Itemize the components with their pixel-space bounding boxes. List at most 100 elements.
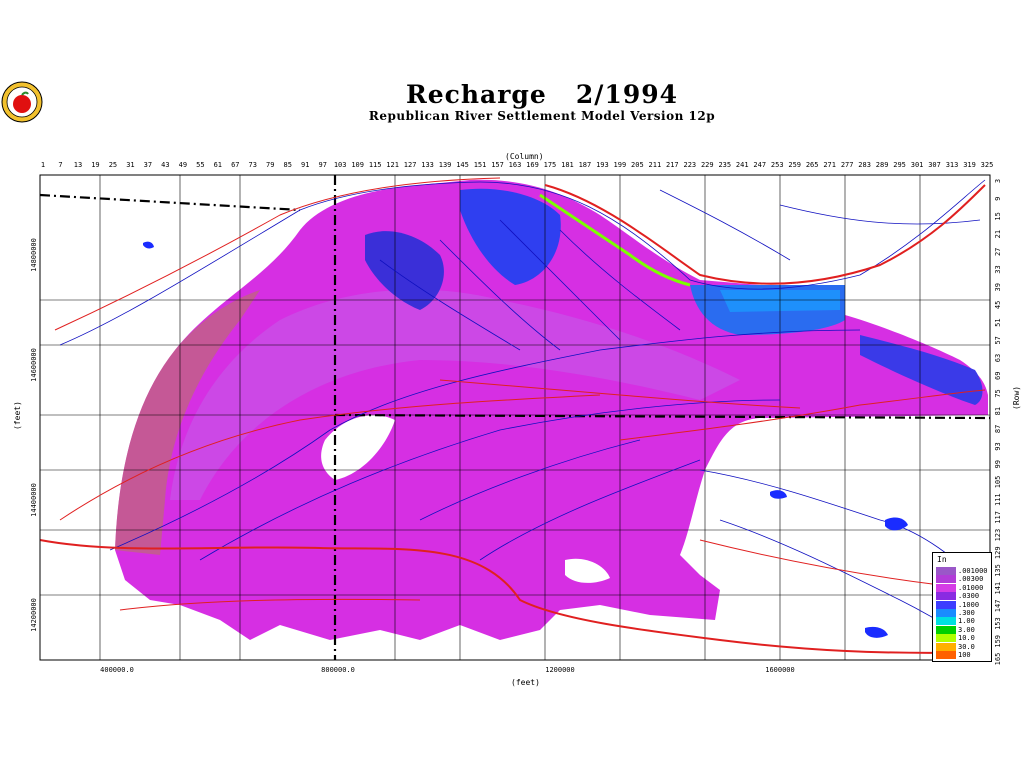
column-tick-label: 175 [544,161,557,169]
legend-swatch [936,592,956,601]
row-tick-label: 147 [994,600,1002,613]
column-tick-label: 205 [631,161,644,169]
column-tick-label: 43 [161,161,169,169]
column-tick-label: 115 [369,161,382,169]
row-axis-label: (Row) [1012,385,1021,410]
column-tick-label: 31 [126,161,134,169]
column-tick-label: 139 [439,161,452,169]
legend-entry: .300 [936,609,975,617]
column-tick-label: 235 [718,161,731,169]
x-tick-label: 1200000 [545,666,575,674]
row-tick-label: 63 [994,354,1002,362]
row-tick-label: 21 [994,230,1002,238]
row-tick-label: 87 [994,425,1002,433]
column-tick-label: 61 [214,161,222,169]
x-axis-label: (feet) [511,678,540,687]
column-tick-label: 151 [474,161,487,169]
column-tick-label: 49 [179,161,187,169]
column-tick-label: 265 [806,161,819,169]
legend-label: .001000 [958,567,988,575]
y-tick-labels: 14800000 14600000 14400000 14200000 [30,238,38,632]
legend-swatch [936,625,956,634]
legend-label: .1000 [958,600,980,609]
column-tick-label: 241 [736,161,749,169]
column-tick-label: 67 [231,161,239,169]
row-tick-label: 93 [994,442,1002,450]
column-tick-label: 211 [649,161,662,169]
page-subtitle: Republican River Settlement Model Versio… [368,109,716,123]
column-tick-label: 271 [823,161,836,169]
column-tick-label: 79 [266,161,274,169]
column-tick-label: 127 [404,161,417,169]
column-tick-labels: 1 7 13 19 25 31 37 43 49 55 61 67 73 79 85 91 97 103 109 11… [41,161,993,169]
row-tick-label: 123 [994,529,1002,542]
column-tick-label: 181 [561,161,574,169]
legend-entry: 30.0 [936,642,975,651]
column-tick-label: 259 [788,161,801,169]
column-tick-label: 307 [928,161,941,169]
column-tick-label: 283 [858,161,871,169]
column-tick-label: 163 [509,161,522,169]
column-tick-label: 193 [596,161,609,169]
row-tick-label: 45 [994,301,1002,309]
row-tick-label: 69 [994,372,1002,380]
column-tick-label: 1 [41,161,45,169]
column-tick-label: 199 [614,161,627,169]
x-tick-label: 800000.0 [321,666,355,674]
column-tick-label: 13 [74,161,82,169]
column-tick-label: 55 [196,161,204,169]
y-tick-label: 14400000 [30,483,38,517]
legend-swatch [936,651,956,659]
column-tick-label: 85 [284,161,292,169]
row-tick-label: 165 [994,653,1002,666]
row-tick-label: 3 [994,179,1002,183]
legend-label: 1.00 [958,617,975,626]
column-tick-label: 7 [58,161,62,169]
legend-label: .01000 [958,583,984,592]
legend-swatch [936,567,956,575]
column-axis-label: (Column) [505,152,544,161]
legend-swatch [936,634,956,643]
column-tick-label: 313 [946,161,959,169]
column-tick-label: 121 [386,161,399,169]
row-tick-label: 153 [994,617,1002,630]
column-tick-label: 91 [301,161,309,169]
row-tick-label: 9 [994,197,1002,201]
legend-swatch [936,600,956,609]
legend-label: .00300 [958,575,984,584]
x-tick-label: 1600000 [765,666,795,674]
legend-entry: 1.00 [936,617,975,626]
column-tick-label: 277 [841,161,854,169]
legend-label: 10.0 [958,634,975,643]
x-tick-label: 400000.0 [100,666,134,674]
column-tick-label: 169 [526,161,539,169]
legend-entry: 3.00 [936,625,975,634]
legend-entry: .00300 [936,575,984,584]
column-tick-label: 319 [963,161,976,169]
column-tick-label: 133 [421,161,434,169]
row-tick-label: 111 [994,493,1002,506]
legend-swatch [936,609,956,617]
column-tick-label: 295 [893,161,906,169]
row-tick-label: 15 [994,212,1002,220]
column-tick-label: 223 [683,161,696,169]
row-tick-label: 57 [994,336,1002,344]
row-tick-label: 81 [994,407,1002,415]
column-tick-label: 97 [318,161,326,169]
legend-entry: .01000 [936,583,984,592]
legend-label: 100 [958,651,971,659]
column-tick-label: 145 [456,161,469,169]
column-tick-label: 289 [876,161,889,169]
legend-title: In [937,555,947,564]
y-axis-label: (feet) [13,401,22,430]
column-tick-label: 157 [491,161,504,169]
row-tick-label: 27 [994,248,1002,256]
y-tick-label: 14800000 [30,238,38,272]
row-tick-labels: 3915212733394551576369758187939910511111… [994,179,1002,665]
row-tick-label: 51 [994,318,1002,326]
legend-label: 30.0 [958,642,975,651]
recharge-legend: In .001000.00300.01000.0300.1000.300 1.00… [932,552,992,662]
legend-label: .0300 [958,592,980,601]
legend-label: 3.00 [958,625,975,634]
row-tick-label: 129 [994,546,1002,559]
